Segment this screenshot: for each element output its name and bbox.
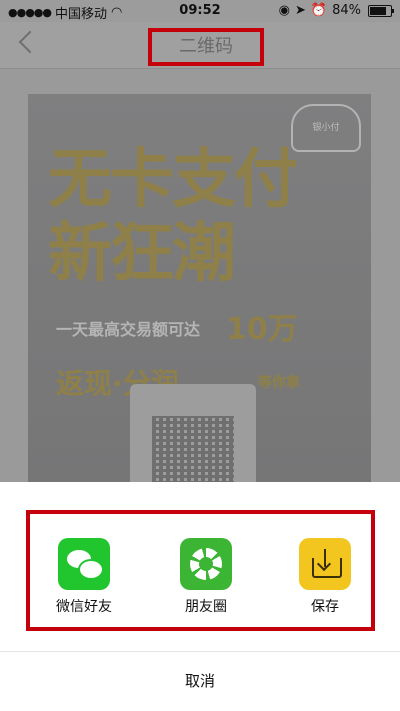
back-chevron-icon[interactable] [18,30,42,54]
qr-code [152,416,234,484]
share-save[interactable]: 保存 [275,538,375,616]
wechat-icon [58,538,110,590]
location-icon: ➤ [295,3,306,18]
share-sheet: 微信好友 朋友圈 保存 取消 [0,482,400,711]
moments-icon [180,538,232,590]
poster-promo-amount: 10万 [226,312,298,347]
share-wechat-friend[interactable]: 微信好友 [34,538,134,616]
share-moments[interactable]: 朋友圈 [156,538,256,616]
status-bar: ●●●●● 中国移动 ◠ 09:52 ◉ ➤ ⏰ 84% [0,0,400,22]
battery-icon [368,4,394,17]
cancel-button[interactable]: 取消 [0,652,400,711]
battery-percent: 84% [332,3,361,18]
share-label-save: 保存 [311,599,339,615]
qr-code-box [130,384,256,484]
share-label-moments: 朋友圈 [185,599,227,615]
rotation-lock-icon: ◉ [278,3,290,18]
qr-poster-image: 银小付 无卡支付 新狂潮 一天最高交易额可达 10万 返现·分润 等你拿 [28,94,371,484]
status-right: ◉ ➤ ⏰ 84% [278,3,394,18]
alarm-icon: ⏰ [310,3,328,18]
poster-promo-line: 一天最高交易额可达 [56,320,201,339]
save-icon [299,538,351,590]
poster-headline-2: 新狂潮 [48,216,236,291]
nav-bar: 二维码 [0,22,400,69]
poster-promo-2-tail: 等你拿 [258,375,300,391]
share-label-wechat: 微信好友 [56,599,112,615]
share-options-highlight: 微信好友 朋友圈 保存 [26,510,375,631]
page-title: 二维码 [148,28,264,66]
